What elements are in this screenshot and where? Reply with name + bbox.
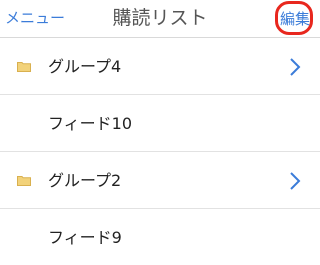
list-item-group2[interactable]: グループ2: [0, 152, 320, 209]
list-item-feed9[interactable]: フィード9: [0, 209, 320, 265]
navigation-bar: メニュー 購読リスト 編集: [0, 0, 320, 38]
list-item-label: グループ4: [48, 57, 122, 76]
chevron-right-icon: [290, 172, 301, 190]
list-item-feed10[interactable]: フィード10: [0, 95, 320, 152]
page-title: 購読リスト: [112, 7, 208, 29]
edit-button-highlight: 編集: [275, 1, 313, 35]
list-item-group4[interactable]: グループ4: [0, 38, 320, 95]
folder-icon: [17, 62, 31, 72]
list-item-label: グループ2: [48, 171, 122, 190]
subscription-list: グループ4 フィード10 グループ2 フィード9: [0, 38, 320, 265]
chevron-right-icon: [290, 58, 301, 76]
list-item-label: フィード9: [48, 228, 122, 247]
list-item-label: フィード10: [48, 114, 133, 133]
folder-icon: [17, 176, 31, 186]
edit-button[interactable]: 編集: [280, 9, 310, 29]
